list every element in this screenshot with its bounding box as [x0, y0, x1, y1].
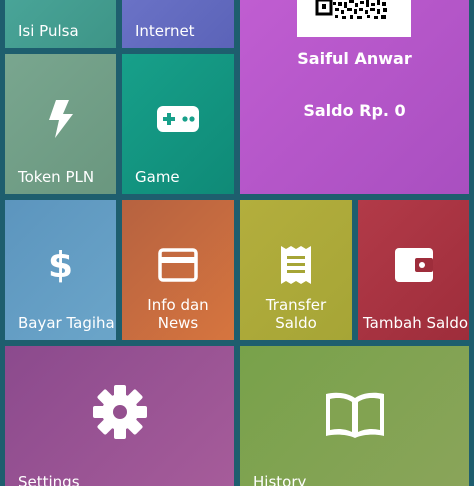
- tile-isi-pulsa-label: Isi Pulsa: [18, 22, 79, 40]
- tile-token-pln[interactable]: Token PLN: [5, 54, 116, 194]
- wallet-icon: [394, 248, 433, 282]
- tile-settings[interactable]: Settings: [5, 346, 234, 486]
- bolt-icon: [48, 100, 73, 138]
- tile-game-label: Game: [135, 168, 180, 186]
- profile-name: Saiful Anwar: [297, 49, 412, 68]
- tile-history-label: History: [253, 473, 307, 486]
- tile-isi-pulsa[interactable]: Isi Pulsa: [5, 0, 116, 48]
- book-icon: [324, 390, 386, 438]
- qr-code-icon: [297, 0, 411, 37]
- tile-settings-label: Settings: [18, 473, 80, 486]
- gamepad-icon: [157, 106, 199, 132]
- dollar-icon: $: [47, 245, 74, 286]
- gear-icon: [92, 384, 148, 440]
- tile-transfer-saldo[interactable]: Transfer Saldo: [240, 200, 352, 340]
- tile-internet[interactable]: Internet: [122, 0, 234, 48]
- profile-saldo: Saldo Rp. 0: [303, 101, 406, 120]
- tile-bayar-tagihan[interactable]: $ Bayar Tagihan: [5, 200, 116, 340]
- tile-transfer-saldo-label: Transfer Saldo: [265, 296, 327, 332]
- tile-tambah-saldo[interactable]: Tambah Saldo: [358, 200, 469, 340]
- tile-token-pln-label: Token PLN: [18, 168, 95, 186]
- tile-info-dan-news-label: Info dan News: [147, 296, 209, 332]
- tile-game[interactable]: Game: [122, 54, 234, 194]
- tile-bayar-tagihan-label: Bayar Tagihan: [18, 314, 116, 332]
- profile-tile[interactable]: Saiful Anwar Saldo Rp. 0: [240, 0, 469, 194]
- tile-internet-label: Internet: [135, 22, 195, 40]
- card-icon: [158, 248, 198, 282]
- tile-info-dan-news[interactable]: Info dan News: [122, 200, 234, 340]
- tile-tambah-saldo-label: Tambah Saldo: [363, 314, 469, 332]
- tile-history[interactable]: History: [240, 346, 469, 486]
- receipt-icon: [281, 246, 311, 284]
